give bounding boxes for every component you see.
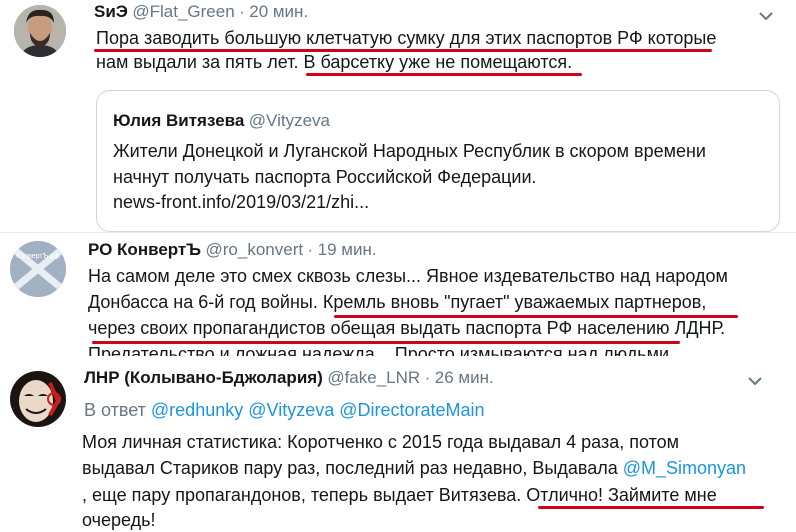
tweet-text-line: Пора заводить большую клетчатую сумку дл… (96, 28, 717, 48)
red-underline (92, 341, 680, 344)
tweet-text-line: Донбасса на 6-й год войны. Кремль вновь … (88, 292, 707, 312)
quoted-author-name: Юлия Витязева (113, 111, 245, 130)
reply-mention[interactable]: @Vityzeva (248, 400, 334, 420)
separator-dot: · (424, 368, 431, 387)
tweet-text-line: очередь! (82, 510, 156, 530)
chevron-down-icon[interactable] (755, 5, 777, 27)
red-underline (306, 73, 582, 76)
tweet-time[interactable]: 20 мин. (249, 2, 308, 21)
reply-prefix: В ответ (84, 400, 146, 420)
quoted-author-handle: @Vityzeva (248, 111, 330, 130)
tweet-1[interactable]: SиЭ @Flat_Green · 20 мин. Пора заводить … (0, 0, 796, 235)
avatar[interactable]: КонвертЪ.рф (10, 241, 66, 297)
quoted-link[interactable]: news-front.info/2019/03/21/zhi... (113, 190, 369, 214)
mention-link[interactable]: @M_Simonyan (623, 458, 746, 478)
tweet-3[interactable]: ЛНР (Колывано-Бджолария) @fake_LNR · 26 … (0, 363, 796, 530)
tweet-2[interactable]: КонвертЪ.рф РО КонвертЪ @ro_konvert · 19… (0, 233, 796, 363)
reply-mention[interactable]: @DirectorateMain (339, 400, 484, 420)
quoted-tweet[interactable]: Юлия Витязева @Vityzeva Жители Донецкой … (96, 90, 780, 232)
tweet-text-line: нам выдали за пять лет. В барсетку уже н… (96, 52, 573, 72)
red-underline (94, 49, 712, 52)
chevron-down-icon[interactable] (744, 370, 766, 392)
author-handle[interactable]: @Flat_Green (132, 2, 234, 21)
tweet-text-line: Предательство и ложная надежда... Просто… (88, 344, 685, 356)
tweet-text-line: через своих пропагандистов обещая выдать… (88, 318, 726, 338)
red-underline (334, 315, 738, 318)
red-underline (538, 506, 764, 509)
tweet-text-fragment: выдавал Стариков пару раз, последний раз… (82, 458, 623, 478)
avatar[interactable] (10, 371, 66, 427)
quoted-text-line: Жители Донецкой и Луганской Народных Рес… (113, 141, 706, 161)
tweet-text-line: , еще пару пропагандонов, теперь выдает … (82, 485, 717, 505)
author-name[interactable]: ЛНР (Колывано-Бджолария) (84, 368, 323, 387)
reply-mention[interactable]: @redhunky (151, 400, 243, 420)
tweet-text-line: Моя личная статистика: Коротченко с 2015… (82, 432, 680, 452)
avatar-text: КонвертЪ.рф (16, 253, 60, 260)
separator-dot: · (239, 2, 245, 21)
separator-dot: · (307, 240, 314, 259)
author-handle[interactable]: @ro_konvert (206, 240, 304, 259)
quoted-text-line: начнут получать паспорта Российской Феде… (113, 167, 537, 187)
tweet-text-line: На самом деле это смех сквозь слезы... Я… (88, 266, 728, 286)
author-handle[interactable]: @fake_LNR (327, 368, 420, 387)
author-name[interactable]: РО КонвертЪ (88, 240, 201, 259)
tweet-time[interactable]: 19 мин. (318, 240, 377, 259)
tweet-time[interactable]: 26 мин. (435, 368, 494, 387)
avatar[interactable] (14, 5, 66, 57)
author-name[interactable]: SиЭ (94, 2, 128, 21)
tweet-text-line: выдавал Стариков пару раз, последний раз… (82, 456, 746, 480)
